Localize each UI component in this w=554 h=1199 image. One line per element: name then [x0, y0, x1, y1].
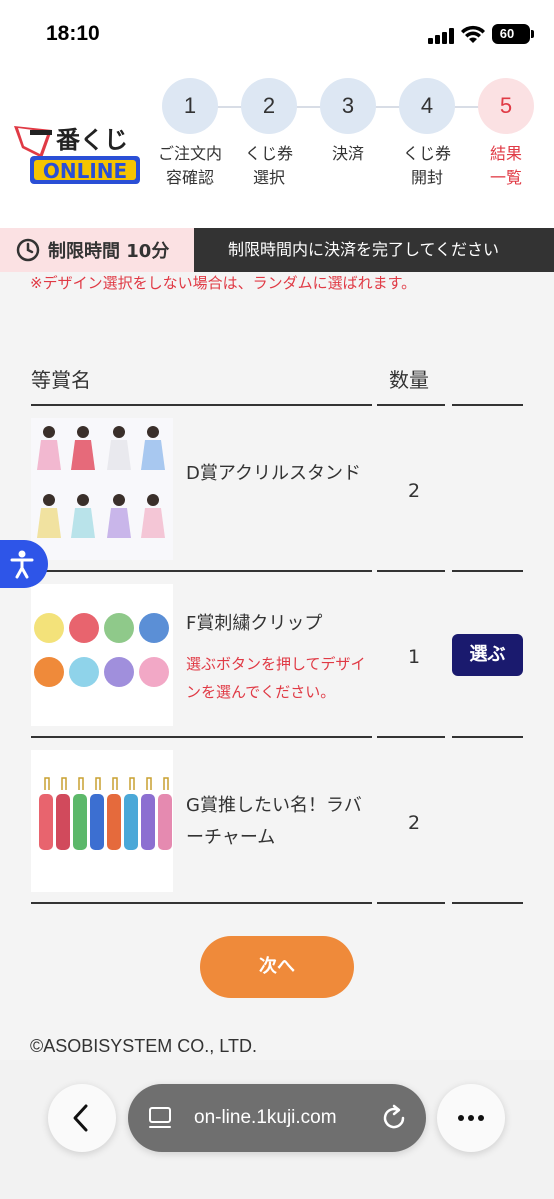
rubber-charm-image: [31, 750, 173, 892]
page-menu-icon[interactable]: [146, 1084, 186, 1152]
chevron-left-icon: [73, 1104, 88, 1132]
step-5: 5 結果一覧: [477, 78, 535, 190]
step-label: 結果一覧: [489, 144, 522, 187]
time-limit-label: 制限時間 10分: [48, 241, 170, 262]
prize-quantity: 2: [407, 480, 421, 502]
header-prize-name: 等賞名: [31, 368, 91, 392]
select-design-button[interactable]: 選ぶ: [452, 634, 523, 676]
table-header-divider: [377, 404, 445, 406]
table-header-divider: [452, 404, 523, 406]
time-limit-message: 制限時間内に決済を完了してください: [194, 228, 554, 272]
row-divider: [31, 570, 372, 572]
row-divider: [377, 736, 445, 738]
accessibility-icon: [10, 550, 34, 579]
address-bar[interactable]: on-line.1kuji.com: [128, 1084, 426, 1152]
copyright: ©ASOBISYSTEM CO., LTD.: [30, 1036, 257, 1056]
row-divider: [452, 902, 523, 904]
header-quantity: 数量: [389, 368, 429, 392]
prize-quantity: 2: [407, 812, 421, 834]
url-text: on-line.1kuji.com: [194, 1107, 337, 1128]
step-label: ご注文内容確認: [157, 144, 222, 187]
battery-cap: [531, 30, 534, 38]
row-divider: [452, 736, 523, 738]
page: 18:10 60 番くじ ONLINE 1 ご注文内容確認 2 くじ券選択 3 …: [0, 0, 554, 1199]
header: 番くじ ONLINE 1 ご注文内容確認 2 くじ券選択 3 決済 4 くじ券開…: [0, 70, 554, 230]
row-divider: [377, 902, 445, 904]
reload-icon[interactable]: [374, 1084, 414, 1152]
row-divider: [31, 736, 372, 738]
prize-name: D賞アクリルスタンド: [186, 463, 361, 484]
table-header-divider: [31, 404, 372, 406]
main-content: ※デザイン選択をしない場合は、ランダムに選ばれます。 等賞名 数量 D賞アクリル…: [0, 272, 554, 1060]
svg-text:番くじ: 番くじ: [55, 126, 128, 154]
embroidery-clip-image: [31, 584, 173, 726]
wifi-icon: [461, 25, 485, 43]
step-3: 3 決済: [319, 78, 377, 166]
step-label: くじ券選択: [244, 144, 293, 187]
step-1: 1 ご注文内容確認: [158, 78, 222, 190]
prize-name: F賞刺繍クリップ: [186, 613, 323, 634]
step-2: 2 くじ券選択: [240, 78, 298, 190]
time-limit-bar: 制限時間 10分 制限時間内に決済を完了してください: [0, 228, 554, 272]
row-divider: [377, 570, 445, 572]
step-number: 2: [241, 78, 297, 134]
step-number: 3: [320, 78, 376, 134]
prize-name: G賞推したい名！ラバーチャーム: [186, 795, 362, 848]
ichiban-kuji-online-logo[interactable]: 番くじ ONLINE: [12, 118, 142, 190]
battery-level: 60: [499, 26, 515, 41]
clock-icon: [16, 238, 40, 262]
acrylic-stand-image: [31, 418, 173, 560]
svg-text:ONLINE: ONLINE: [43, 159, 127, 183]
step-label: くじ券開封: [402, 144, 451, 187]
row-divider: [452, 570, 523, 572]
random-design-notice: ※デザイン選択をしない場合は、ランダムに選ばれます。: [30, 274, 417, 292]
time-limit-box: 制限時間 10分: [0, 228, 194, 272]
more-dots-icon: [458, 1115, 484, 1121]
step-number: 5: [478, 78, 534, 134]
cellular-signal-icon: [428, 28, 456, 44]
step-label: 決済: [331, 144, 364, 163]
browser-toolbar: on-line.1kuji.com: [0, 1060, 554, 1199]
step-number: 1: [162, 78, 218, 134]
row-divider: [31, 902, 372, 904]
status-bar: 18:10 60: [0, 0, 554, 70]
status-time: 18:10: [46, 22, 100, 45]
back-button[interactable]: [48, 1084, 116, 1152]
more-options-button[interactable]: [437, 1084, 505, 1152]
step-number: 4: [399, 78, 455, 134]
prize-quantity: 1: [407, 646, 421, 668]
step-4: 4 くじ券開封: [398, 78, 456, 190]
select-design-hint: 選ぶボタンを押してデザインを選んでください。: [186, 655, 366, 701]
next-button[interactable]: 次へ: [200, 936, 354, 998]
battery-icon: 60: [492, 24, 530, 44]
accessibility-button[interactable]: [0, 540, 48, 588]
